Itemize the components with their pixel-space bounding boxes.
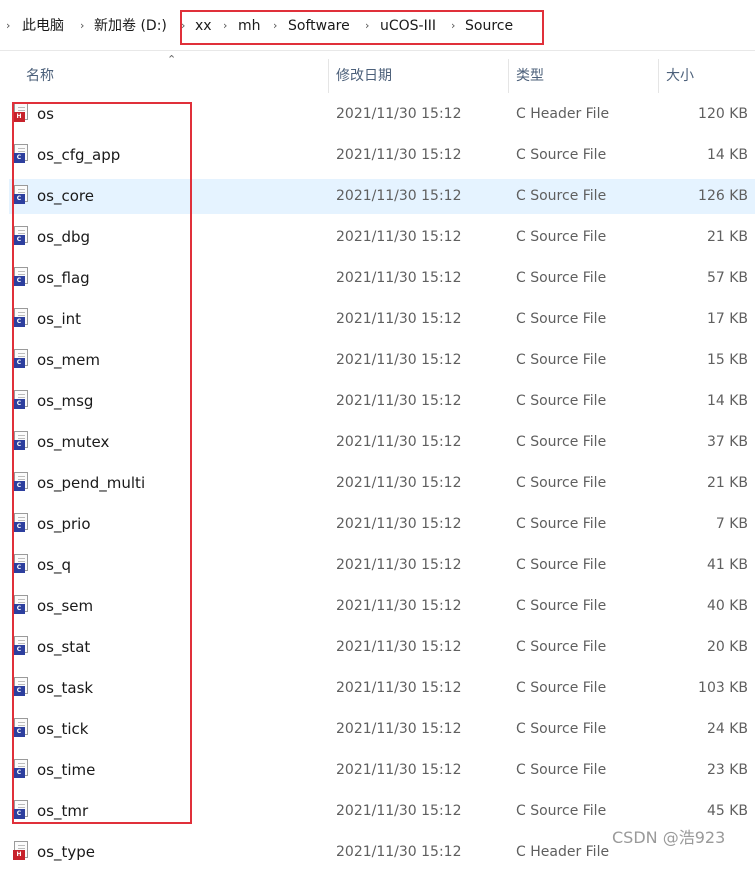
file-type: C Source File — [516, 393, 607, 409]
file-modified: 2021/11/30 15:12 — [336, 393, 462, 409]
file-type: C Header File — [516, 106, 610, 122]
file-type: C Source File — [516, 311, 607, 327]
chevron-right-icon[interactable]: › — [80, 18, 84, 34]
file-type: C Header File — [516, 844, 610, 860]
file-modified: 2021/11/30 15:12 — [336, 762, 462, 778]
file-size: 21 KB — [706, 229, 748, 245]
file-size: 7 KB — [715, 516, 748, 532]
sort-ascending-icon: ⌃ — [167, 53, 177, 66]
file-size: 37 KB — [706, 434, 748, 450]
file-modified: 2021/11/30 15:12 — [336, 270, 462, 286]
file-modified: 2021/11/30 15:12 — [336, 434, 462, 450]
file-type: C Source File — [516, 516, 607, 532]
file-size: 20 KB — [706, 639, 748, 655]
file-modified: 2021/11/30 15:12 — [336, 516, 462, 532]
file-type: C Source File — [516, 762, 607, 778]
file-type: C Source File — [516, 352, 607, 368]
file-modified: 2021/11/30 15:12 — [336, 475, 462, 491]
file-size: 41 KB — [706, 557, 748, 573]
file-modified: 2021/11/30 15:12 — [336, 844, 462, 860]
file-size: 24 KB — [706, 721, 748, 737]
file-modified: 2021/11/30 15:12 — [336, 680, 462, 696]
file-size: 23 KB — [706, 762, 748, 778]
file-type: C Source File — [516, 270, 607, 286]
file-size: 14 KB — [706, 147, 748, 163]
file-type: C Source File — [516, 598, 607, 614]
file-type: C Source File — [516, 680, 607, 696]
breadcrumb-highlight-box — [180, 10, 544, 45]
file-modified: 2021/11/30 15:12 — [336, 721, 462, 737]
column-divider[interactable] — [328, 59, 329, 93]
c-header-file-icon: H — [13, 841, 28, 860]
file-size: 21 KB — [706, 475, 748, 491]
file-modified: 2021/11/30 15:12 — [336, 106, 462, 122]
file-modified: 2021/11/30 15:12 — [336, 598, 462, 614]
file-type: C Source File — [516, 434, 607, 450]
file-modified: 2021/11/30 15:12 — [336, 188, 462, 204]
file-size: 57 KB — [706, 270, 748, 286]
file-size: 14 KB — [706, 393, 748, 409]
file-type: C Source File — [516, 229, 607, 245]
file-type: C Source File — [516, 188, 607, 204]
file-modified: 2021/11/30 15:12 — [336, 352, 462, 368]
file-size: 17 KB — [706, 311, 748, 327]
file-type: C Source File — [516, 803, 607, 819]
column-header-modified[interactable]: 修改日期 — [336, 55, 392, 97]
file-size: 15 KB — [706, 352, 748, 368]
file-size: 45 KB — [706, 803, 748, 819]
file-modified: 2021/11/30 15:12 — [336, 557, 462, 573]
file-type: C Source File — [516, 639, 607, 655]
file-type: C Source File — [516, 557, 607, 573]
column-header-row: ⌃ 名称 修改日期 类型 大小 — [0, 53, 755, 97]
file-modified: 2021/11/30 15:12 — [336, 311, 462, 327]
file-size: 40 KB — [706, 598, 748, 614]
file-type: C Source File — [516, 721, 607, 737]
file-modified: 2021/11/30 15:12 — [336, 803, 462, 819]
column-divider[interactable] — [658, 59, 659, 93]
file-name: os_type — [37, 843, 96, 861]
file-type: C Source File — [516, 475, 607, 491]
column-divider[interactable] — [508, 59, 509, 93]
file-name-highlight-box — [12, 102, 192, 824]
file-size: 103 KB — [698, 680, 748, 696]
column-header-size[interactable]: 大小 — [666, 55, 694, 97]
file-modified: 2021/11/30 15:12 — [336, 147, 462, 163]
chevron-right-icon[interactable]: › — [6, 18, 10, 34]
watermark: CSDN @浩923 — [612, 828, 726, 847]
breadcrumb-drive-d[interactable]: 新加卷 (D:) — [94, 17, 167, 35]
breadcrumb-this-pc[interactable]: 此电脑 — [22, 17, 64, 35]
file-modified: 2021/11/30 15:12 — [336, 639, 462, 655]
column-header-type[interactable]: 类型 — [516, 55, 544, 97]
file-type: C Source File — [516, 147, 607, 163]
file-size: 120 KB — [698, 106, 748, 122]
column-header-name[interactable]: 名称 — [26, 55, 54, 97]
file-modified: 2021/11/30 15:12 — [336, 229, 462, 245]
file-size: 126 KB — [698, 188, 748, 204]
